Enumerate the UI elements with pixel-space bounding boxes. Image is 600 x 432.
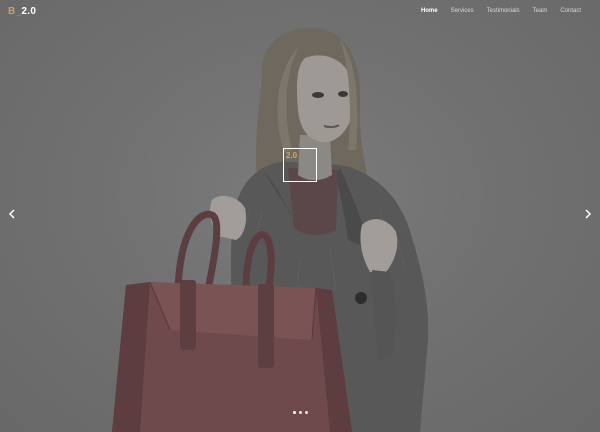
badge-text: 2.0 xyxy=(286,151,298,160)
chevron-left-icon xyxy=(8,209,15,219)
logo-version: 2.0 xyxy=(21,6,37,17)
slider-pagination xyxy=(293,411,308,414)
next-slide-button[interactable] xyxy=(583,207,593,221)
slide-dot-2[interactable] xyxy=(299,411,302,414)
main-nav: Home Services Testimonials Team Contact xyxy=(421,8,581,14)
prev-slide-button[interactable] xyxy=(7,207,17,221)
logo-separator: _ xyxy=(15,6,22,17)
hero-image xyxy=(112,27,429,432)
slide-dot-1[interactable] xyxy=(293,411,296,414)
nav-item-home[interactable]: Home xyxy=(421,8,438,14)
nav-item-testimonials[interactable]: Testimonials xyxy=(487,8,520,14)
slide-dot-3[interactable] xyxy=(305,411,308,414)
logo[interactable]: B_2.0 xyxy=(8,6,36,17)
nav-item-team[interactable]: Team xyxy=(533,8,548,14)
site-header: B_2.0 Home Services Testimonials Team Co… xyxy=(0,0,600,26)
nav-item-services[interactable]: Services xyxy=(451,8,474,14)
version-badge: 2.0 xyxy=(283,148,317,182)
nav-item-contact[interactable]: Contact xyxy=(560,8,581,14)
logo-prefix: B xyxy=(8,6,16,17)
hero-slider: B_2.0 Home Services Testimonials Team Co… xyxy=(0,0,600,432)
chevron-right-icon xyxy=(585,209,592,219)
